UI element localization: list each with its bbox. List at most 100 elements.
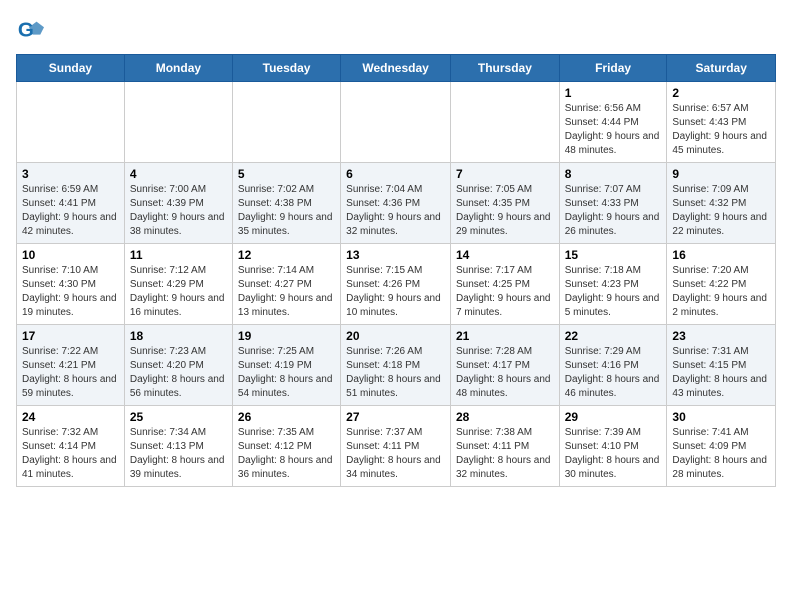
day-info: Sunrise: 7:34 AM Sunset: 4:13 PM Dayligh… xyxy=(130,426,227,482)
day-number: 29 xyxy=(565,410,662,424)
day-number: 14 xyxy=(456,248,554,262)
day-number: 12 xyxy=(238,248,335,262)
day-info: Sunrise: 7:05 AM Sunset: 4:35 PM Dayligh… xyxy=(456,183,554,239)
day-info: Sunrise: 7:31 AM Sunset: 4:15 PM Dayligh… xyxy=(672,345,770,401)
page-header: G xyxy=(16,16,776,44)
day-info: Sunrise: 7:15 AM Sunset: 4:26 PM Dayligh… xyxy=(346,264,445,320)
day-number: 8 xyxy=(565,167,662,181)
day-header-friday: Friday xyxy=(559,55,667,82)
calendar-body: 1 Sunrise: 6:56 AM Sunset: 4:44 PM Daylig… xyxy=(17,82,776,487)
calendar-cell: 24 Sunrise: 7:32 AM Sunset: 4:14 PM Dayli… xyxy=(17,406,125,487)
day-info: Sunrise: 7:00 AM Sunset: 4:39 PM Dayligh… xyxy=(130,183,227,239)
calendar-week-row: 10 Sunrise: 7:10 AM Sunset: 4:30 PM Dayli… xyxy=(17,244,776,325)
day-number: 2 xyxy=(672,86,770,100)
day-number: 27 xyxy=(346,410,445,424)
day-info: Sunrise: 7:41 AM Sunset: 4:09 PM Dayligh… xyxy=(672,426,770,482)
calendar-cell: 29 Sunrise: 7:39 AM Sunset: 4:10 PM Dayli… xyxy=(559,406,667,487)
calendar-cell: 15 Sunrise: 7:18 AM Sunset: 4:23 PM Dayli… xyxy=(559,244,667,325)
day-info: Sunrise: 7:07 AM Sunset: 4:33 PM Dayligh… xyxy=(565,183,662,239)
calendar-cell: 3 Sunrise: 6:59 AM Sunset: 4:41 PM Daylig… xyxy=(17,163,125,244)
calendar-cell xyxy=(341,82,451,163)
calendar-cell: 28Sunrise: 7:38 AM Sunset: 4:11 PM Dayli… xyxy=(450,406,559,487)
calendar-cell xyxy=(232,82,340,163)
calendar-cell xyxy=(124,82,232,163)
calendar-week-row: 17 Sunrise: 7:22 AM Sunset: 4:21 PM Dayli… xyxy=(17,325,776,406)
day-header-monday: Monday xyxy=(124,55,232,82)
calendar-cell: 23 Sunrise: 7:31 AM Sunset: 4:15 PM Dayli… xyxy=(667,325,776,406)
calendar-cell xyxy=(450,82,559,163)
calendar-cell: 12 Sunrise: 7:14 AM Sunset: 4:27 PM Dayli… xyxy=(232,244,340,325)
day-number: 25 xyxy=(130,410,227,424)
day-info: Sunrise: 7:39 AM Sunset: 4:10 PM Dayligh… xyxy=(565,426,662,482)
calendar-cell: 21 Sunrise: 7:28 AM Sunset: 4:17 PM Dayli… xyxy=(450,325,559,406)
day-number: 24 xyxy=(22,410,119,424)
day-number: 10 xyxy=(22,248,119,262)
day-info: Sunrise: 7:02 AM Sunset: 4:38 PM Dayligh… xyxy=(238,183,335,239)
day-info: Sunrise: 7:10 AM Sunset: 4:30 PM Dayligh… xyxy=(22,264,119,320)
day-number: 6 xyxy=(346,167,445,181)
day-info: Sunrise: 7:04 AM Sunset: 4:36 PM Dayligh… xyxy=(346,183,445,239)
calendar-cell: 20Sunrise: 7:26 AM Sunset: 4:18 PM Dayli… xyxy=(341,325,451,406)
calendar-cell: 18Sunrise: 7:23 AM Sunset: 4:20 PM Dayli… xyxy=(124,325,232,406)
calendar-cell: 17 Sunrise: 7:22 AM Sunset: 4:21 PM Dayli… xyxy=(17,325,125,406)
day-info: Sunrise: 6:56 AM Sunset: 4:44 PM Dayligh… xyxy=(565,102,662,158)
day-number: 13 xyxy=(346,248,445,262)
day-number: 26 xyxy=(238,410,335,424)
day-number: 20 xyxy=(346,329,445,343)
day-info: Sunrise: 7:22 AM Sunset: 4:21 PM Dayligh… xyxy=(22,345,119,401)
day-info: Sunrise: 7:37 AM Sunset: 4:11 PM Dayligh… xyxy=(346,426,445,482)
day-info: Sunrise: 7:28 AM Sunset: 4:17 PM Dayligh… xyxy=(456,345,554,401)
calendar-week-row: 24 Sunrise: 7:32 AM Sunset: 4:14 PM Dayli… xyxy=(17,406,776,487)
day-info: Sunrise: 7:29 AM Sunset: 4:16 PM Dayligh… xyxy=(565,345,662,401)
calendar-cell: 9 Sunrise: 7:09 AM Sunset: 4:32 PM Daylig… xyxy=(667,163,776,244)
calendar-cell: 19 Sunrise: 7:25 AM Sunset: 4:19 PM Dayli… xyxy=(232,325,340,406)
day-number: 23 xyxy=(672,329,770,343)
calendar-cell: 27 Sunrise: 7:37 AM Sunset: 4:11 PM Dayli… xyxy=(341,406,451,487)
calendar-cell: 7 Sunrise: 7:05 AM Sunset: 4:35 PM Daylig… xyxy=(450,163,559,244)
calendar-header-row: SundayMondayTuesdayWednesdayThursdayFrid… xyxy=(17,55,776,82)
day-number: 17 xyxy=(22,329,119,343)
calendar-cell: 22 Sunrise: 7:29 AM Sunset: 4:16 PM Dayli… xyxy=(559,325,667,406)
day-number: 7 xyxy=(456,167,554,181)
calendar-cell: 11 Sunrise: 7:12 AM Sunset: 4:29 PM Dayli… xyxy=(124,244,232,325)
logo-icon: G xyxy=(16,16,44,44)
day-info: Sunrise: 7:25 AM Sunset: 4:19 PM Dayligh… xyxy=(238,345,335,401)
day-header-sunday: Sunday xyxy=(17,55,125,82)
day-number: 9 xyxy=(672,167,770,181)
calendar-cell: 5 Sunrise: 7:02 AM Sunset: 4:38 PM Daylig… xyxy=(232,163,340,244)
day-info: Sunrise: 7:12 AM Sunset: 4:29 PM Dayligh… xyxy=(130,264,227,320)
day-info: Sunrise: 7:32 AM Sunset: 4:14 PM Dayligh… xyxy=(22,426,119,482)
calendar-cell: 4 Sunrise: 7:00 AM Sunset: 4:39 PM Daylig… xyxy=(124,163,232,244)
day-info: Sunrise: 6:59 AM Sunset: 4:41 PM Dayligh… xyxy=(22,183,119,239)
day-info: Sunrise: 7:14 AM Sunset: 4:27 PM Dayligh… xyxy=(238,264,335,320)
calendar-table: SundayMondayTuesdayWednesdayThursdayFrid… xyxy=(16,54,776,487)
calendar-cell: 2Sunrise: 6:57 AM Sunset: 4:43 PM Daylig… xyxy=(667,82,776,163)
day-number: 5 xyxy=(238,167,335,181)
day-number: 28 xyxy=(456,410,554,424)
logo: G xyxy=(16,16,48,44)
day-info: Sunrise: 7:18 AM Sunset: 4:23 PM Dayligh… xyxy=(565,264,662,320)
day-number: 3 xyxy=(22,167,119,181)
calendar-cell: 6 Sunrise: 7:04 AM Sunset: 4:36 PM Daylig… xyxy=(341,163,451,244)
calendar-cell: 10 Sunrise: 7:10 AM Sunset: 4:30 PM Dayli… xyxy=(17,244,125,325)
day-number: 19 xyxy=(238,329,335,343)
day-number: 16 xyxy=(672,248,770,262)
calendar-cell: 25 Sunrise: 7:34 AM Sunset: 4:13 PM Dayli… xyxy=(124,406,232,487)
calendar-cell: 16 Sunrise: 7:20 AM Sunset: 4:22 PM Dayli… xyxy=(667,244,776,325)
day-info: Sunrise: 7:23 AM Sunset: 4:20 PM Dayligh… xyxy=(130,345,227,401)
calendar-cell: 13 Sunrise: 7:15 AM Sunset: 4:26 PM Dayli… xyxy=(341,244,451,325)
calendar-week-row: 1 Sunrise: 6:56 AM Sunset: 4:44 PM Daylig… xyxy=(17,82,776,163)
day-number: 22 xyxy=(565,329,662,343)
day-info: Sunrise: 7:09 AM Sunset: 4:32 PM Dayligh… xyxy=(672,183,770,239)
calendar-week-row: 3 Sunrise: 6:59 AM Sunset: 4:41 PM Daylig… xyxy=(17,163,776,244)
day-header-tuesday: Tuesday xyxy=(232,55,340,82)
day-number: 1 xyxy=(565,86,662,100)
day-number: 21 xyxy=(456,329,554,343)
day-info: Sunrise: 7:20 AM Sunset: 4:22 PM Dayligh… xyxy=(672,264,770,320)
day-number: 15 xyxy=(565,248,662,262)
calendar-cell: 8 Sunrise: 7:07 AM Sunset: 4:33 PM Daylig… xyxy=(559,163,667,244)
calendar-cell: 26Sunrise: 7:35 AM Sunset: 4:12 PM Dayli… xyxy=(232,406,340,487)
day-header-wednesday: Wednesday xyxy=(341,55,451,82)
day-number: 11 xyxy=(130,248,227,262)
day-number: 4 xyxy=(130,167,227,181)
